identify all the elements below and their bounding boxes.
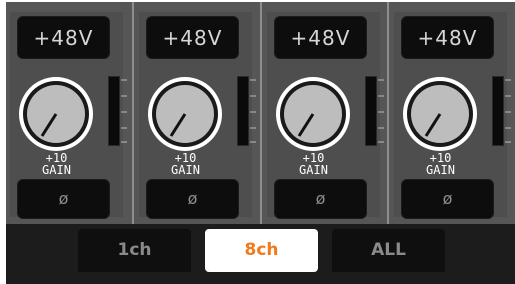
strip-divider (132, 2, 134, 224)
tab-8ch[interactable]: 8ch (205, 229, 318, 272)
phase-invert-button[interactable]: ø (17, 179, 110, 219)
phase-invert-icon: ø (315, 189, 326, 208)
phantom-power-button[interactable]: +48V (146, 16, 239, 59)
level-meter (237, 76, 249, 146)
meter-scale (121, 79, 127, 143)
meter-scale (250, 79, 256, 143)
gain-knob-icon[interactable] (394, 72, 487, 156)
gain-label: GAIN (171, 163, 200, 177)
phase-invert-icon: ø (442, 189, 453, 208)
level-meter (365, 76, 377, 146)
phantom-power-button[interactable]: +48V (17, 16, 110, 59)
phase-invert-icon: ø (187, 189, 198, 208)
gain-knob-icon[interactable] (139, 72, 232, 156)
meter-scale (505, 79, 511, 143)
channel-strip-2: +48V +10 GAIN ø (139, 12, 256, 219)
gain-label: GAIN (42, 163, 71, 177)
phantom-power-button[interactable]: +48V (401, 16, 494, 59)
phase-invert-button[interactable]: ø (401, 179, 494, 219)
tab-all[interactable]: ALL (332, 229, 445, 272)
level-meter (108, 76, 120, 146)
channel-strip-4: +48V +10 GAIN ø (394, 12, 511, 219)
phase-invert-button[interactable]: ø (274, 179, 367, 219)
level-meter (492, 76, 504, 146)
gain-label: GAIN (426, 163, 455, 177)
meter-scale (378, 79, 384, 143)
phantom-power-button[interactable]: +48V (274, 16, 367, 59)
phase-invert-button[interactable]: ø (146, 179, 239, 219)
channel-strip-1: +48V +10 GAIN ø (10, 12, 127, 219)
channel-panel: +48V +10 GAIN ø +48V +10 GAIN ø +48V +10… (6, 2, 515, 224)
strip-divider (260, 2, 262, 224)
gain-knob-icon[interactable] (267, 72, 360, 156)
gain-label: GAIN (299, 163, 328, 177)
channel-strip-3: +48V +10 GAIN ø (267, 12, 384, 219)
tab-1ch[interactable]: 1ch (78, 229, 191, 272)
phase-invert-icon: ø (58, 189, 69, 208)
gain-knob-icon[interactable] (10, 72, 103, 156)
